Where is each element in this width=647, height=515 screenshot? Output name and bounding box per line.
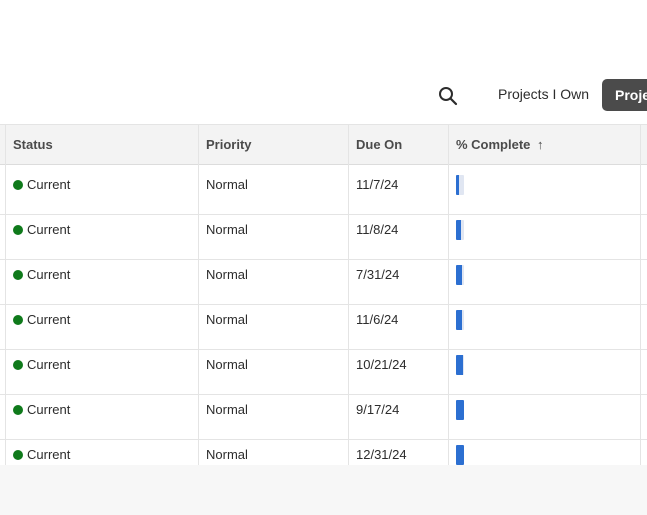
status-cell: Current <box>13 350 70 380</box>
priority-cell: Normal <box>206 402 248 417</box>
toolbar: Projects I Own Projects <box>0 0 647 124</box>
table-row[interactable]: Current Normal 11/8/24 <box>0 215 647 260</box>
status-cell: Current <box>13 305 70 335</box>
status-label: Current <box>27 447 71 462</box>
status-label: Current <box>27 402 71 417</box>
status-cell: Current <box>13 215 70 245</box>
status-dot-icon <box>13 405 23 415</box>
progress-bar <box>456 175 464 195</box>
status-dot-icon <box>13 270 23 280</box>
progress-bar <box>456 445 464 465</box>
status-cell: Current <box>13 170 70 200</box>
due-on-cell: 10/21/24 <box>356 357 407 372</box>
projects-table: Status Priority Due On % Complete ↑ Curr… <box>0 124 647 465</box>
priority-cell: Normal <box>206 447 248 462</box>
progress-bar <box>456 355 464 375</box>
status-dot-icon <box>13 225 23 235</box>
status-cell: Current <box>13 395 70 425</box>
priority-cell: Normal <box>206 177 248 192</box>
priority-cell: Normal <box>206 357 248 372</box>
status-cell: Current <box>13 440 70 465</box>
progress-bar-fill <box>456 355 463 375</box>
due-on-cell: 9/17/24 <box>356 402 400 417</box>
status-dot-icon <box>13 360 23 370</box>
status-label: Current <box>27 312 71 327</box>
progress-bar <box>456 400 464 420</box>
table-body: Current Normal 11/7/24 Current Normal 11… <box>0 170 647 465</box>
progress-bar <box>456 265 464 285</box>
table-row[interactable]: Current Normal 9/17/24 <box>0 395 647 440</box>
column-header-status[interactable]: Status <box>6 125 198 164</box>
priority-cell: Normal <box>206 267 248 282</box>
projects-button[interactable]: Projects <box>602 79 647 111</box>
status-label: Current <box>27 267 71 282</box>
projects-i-own-filter[interactable]: Projects I Own <box>498 86 589 102</box>
table-header: Status Priority Due On % Complete ↑ <box>0 124 647 165</box>
progress-bar-fill <box>456 220 461 240</box>
search-button[interactable] <box>436 84 460 108</box>
status-cell: Current <box>13 260 70 290</box>
progress-bar-fill <box>456 400 464 420</box>
due-on-cell: 12/31/24 <box>356 447 407 462</box>
column-header-priority[interactable]: Priority <box>199 125 348 164</box>
status-dot-icon <box>13 180 23 190</box>
progress-bar-fill <box>456 445 464 465</box>
sort-ascending-icon: ↑ <box>537 137 544 152</box>
due-on-cell: 11/8/24 <box>356 222 399 237</box>
due-on-cell: 11/7/24 <box>356 177 399 192</box>
table-row[interactable]: Current Normal 11/7/24 <box>0 170 647 215</box>
column-header-pct-complete[interactable]: % Complete ↑ <box>449 125 640 164</box>
status-dot-icon <box>13 315 23 325</box>
progress-bar <box>456 310 464 330</box>
progress-bar-fill <box>456 310 462 330</box>
status-label: Current <box>27 222 71 237</box>
footer-area <box>0 465 647 515</box>
priority-cell: Normal <box>206 312 248 327</box>
table-row[interactable]: Current Normal 12/31/24 <box>0 440 647 465</box>
table-row[interactable]: Current Normal 11/6/24 <box>0 305 647 350</box>
column-header-due-on[interactable]: Due On <box>349 125 448 164</box>
progress-bar <box>456 220 464 240</box>
table-row[interactable]: Current Normal 10/21/24 <box>0 350 647 395</box>
priority-cell: Normal <box>206 222 248 237</box>
due-on-cell: 7/31/24 <box>356 267 400 282</box>
status-label: Current <box>27 177 71 192</box>
column-header-pct-complete-label: % Complete <box>456 137 531 152</box>
due-on-cell: 11/6/24 <box>356 312 399 327</box>
status-label: Current <box>27 357 71 372</box>
progress-bar-fill <box>456 265 462 285</box>
status-dot-icon <box>13 450 23 460</box>
search-icon <box>439 87 458 106</box>
progress-bar-fill <box>456 175 459 195</box>
table-row[interactable]: Current Normal 7/31/24 <box>0 260 647 305</box>
